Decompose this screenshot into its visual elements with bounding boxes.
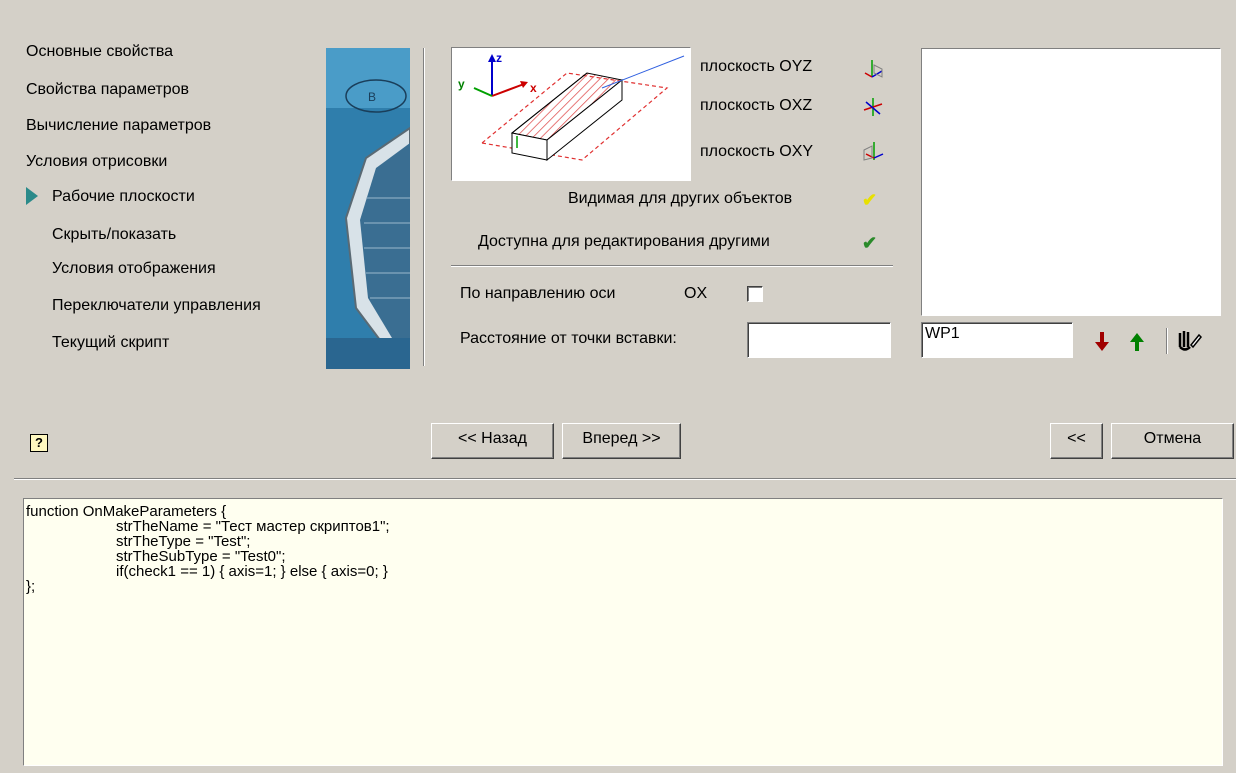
nav-item-work-planes[interactable]: Рабочие плоскости (52, 188, 195, 206)
nav-item-basic-properties[interactable]: Основные свойства (26, 43, 173, 61)
work-plane-name-input[interactable]: WP1 (921, 322, 1073, 358)
collapse-button[interactable]: << (1050, 423, 1103, 459)
nav-item-control-switches[interactable]: Переключатели управления (52, 297, 261, 315)
plane-oxz-icon[interactable] (862, 96, 884, 118)
svg-text:B: B (368, 90, 376, 104)
footer-divider (14, 478, 1236, 480)
script-line: strTheType = "Test"; (116, 533, 251, 550)
axis-direction-label: По направлению оси (460, 285, 616, 302)
editable-by-others-label: Доступна для редактирования другими (478, 233, 770, 250)
plane-oxy-option[interactable]: плоскость OXY (700, 143, 813, 161)
toolbar-separator (1166, 328, 1168, 354)
vertical-divider (423, 48, 425, 366)
editable-check-icon[interactable]: ✔ (862, 233, 877, 253)
distance-input[interactable] (747, 322, 891, 358)
script-line: if(check1 == 1) { axis=1; } else { axis=… (116, 563, 388, 580)
nav-item-current-script[interactable]: Текущий скрипт (52, 334, 169, 352)
cancel-button[interactable]: Отмена (1111, 423, 1234, 459)
script-line: strTheName = "Тест мастер скриптов1"; (116, 518, 390, 535)
plane-oyz-option[interactable]: плоскость OYZ (700, 58, 812, 76)
back-button[interactable]: << Назад (431, 423, 554, 459)
script-editor[interactable]: function OnMakeParameters { strTheName =… (23, 498, 1223, 766)
visible-to-others-label: Видимая для других объектов (568, 190, 793, 207)
plane-oyz-label: плоскость OYZ (700, 58, 813, 75)
axis-direction-checkbox[interactable] (747, 286, 763, 302)
work-planes-list[interactable] (921, 48, 1221, 316)
arrow-down-icon[interactable] (1093, 332, 1111, 352)
options-divider (451, 265, 893, 267)
arrow-up-icon[interactable] (1128, 332, 1146, 352)
current-step-arrow-icon (26, 187, 38, 205)
nav-item-drawing-conditions[interactable]: Условия отрисовки (26, 153, 167, 171)
nav-item-display-conditions[interactable]: Условия отображения (52, 260, 216, 278)
plane-oxy-label: плоскость OXY (700, 143, 814, 160)
preview-axis-z-label: z (496, 51, 502, 65)
preview-axis-y-label: y (458, 77, 465, 91)
axis-direction-axis: OX (684, 285, 708, 302)
nav-item-hide-show[interactable]: Скрыть/показать (52, 226, 176, 244)
help-icon[interactable]: ? (30, 434, 48, 452)
next-button[interactable]: Вперед >> (562, 423, 681, 459)
plane-oxz-option[interactable]: плоскость OXZ (700, 97, 812, 115)
preview-axis-x-label: x (530, 81, 537, 95)
plane-oyz-icon[interactable] (862, 57, 884, 79)
hand-edit-icon[interactable] (1176, 329, 1202, 353)
distance-label: Расстояние от точки вставки: (460, 330, 677, 347)
nav-item-parameter-calculation[interactable]: Вычисление параметров (26, 117, 211, 135)
plane-oxz-label: плоскость OXZ (700, 97, 813, 114)
script-line: }; (26, 578, 36, 595)
nav-item-parameter-properties[interactable]: Свойства параметров (26, 81, 189, 99)
script-line: strTheSubType = "Test0"; (116, 548, 286, 565)
script-line: function OnMakeParameters { (26, 503, 227, 520)
work-plane-preview: z x y (451, 47, 691, 181)
plane-oxy-icon[interactable] (862, 140, 884, 162)
wizard-banner-image: B (326, 48, 410, 369)
visible-check-icon[interactable]: ✔ (862, 190, 877, 210)
